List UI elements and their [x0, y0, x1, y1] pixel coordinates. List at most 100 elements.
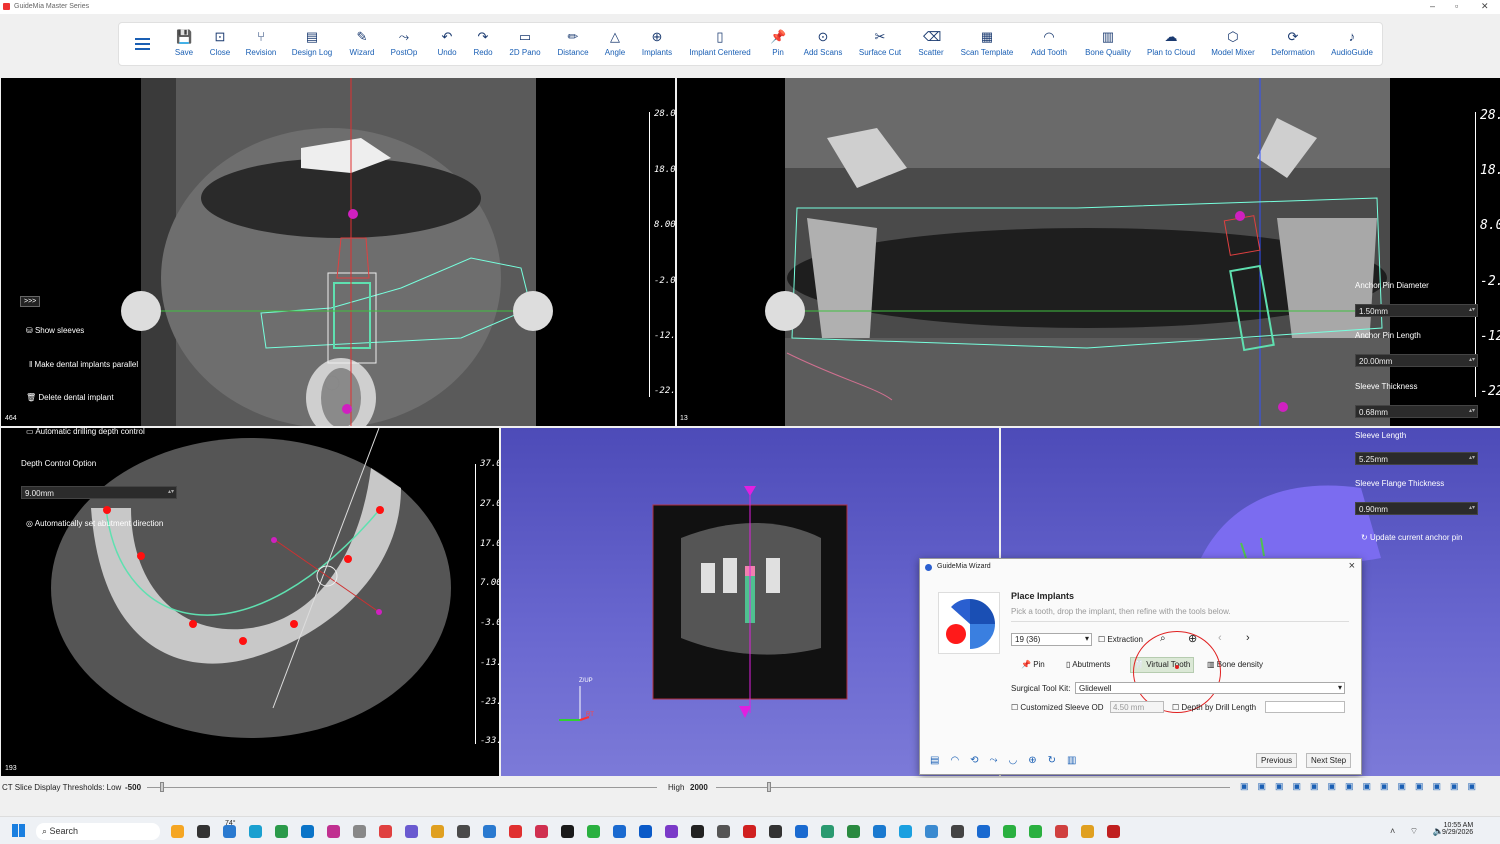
redo-button[interactable]: ↷ Redo [473, 29, 492, 57]
scatter-button[interactable]: ⌫ Scatter [918, 29, 943, 57]
taskbar-app-icon[interactable] [457, 825, 470, 838]
add-tooth-button[interactable]: ◠ Add Tooth [1031, 29, 1067, 57]
spinner-icon[interactable]: ▴▾ [1469, 306, 1475, 313]
undo-button[interactable]: ↶ Undo [437, 29, 456, 57]
revision-button[interactable]: ⑂ Revision [246, 29, 277, 57]
taskbar-app-icon[interactable] [249, 825, 262, 838]
bone-quality-button[interactable]: ▥ Bone Quality [1085, 29, 1131, 57]
implants-button[interactable]: ⊕ Implants [642, 29, 672, 57]
depth-control-input[interactable]: 9.00mm ▴▾ [21, 486, 177, 499]
wizard-tool-icons[interactable]: ▤◠⟲⤳◡⊕↻▥ [930, 755, 1087, 766]
spinner-icon[interactable]: ▴▾ [168, 488, 174, 495]
taskbar-app-icon[interactable] [301, 825, 314, 838]
postop-button[interactable]: ⤳ PostOp [391, 29, 418, 57]
taskbar-app-icon[interactable] [223, 825, 236, 838]
taskbar-app-icon[interactable] [405, 825, 418, 838]
close-button[interactable]: ⊡ Close [210, 29, 230, 57]
anchor-pin-length-input[interactable]: 20.00mm ▴▾ [1355, 354, 1478, 367]
2d-pano-button[interactable]: ▭ 2D Pano [509, 29, 540, 57]
tooth-select[interactable]: 19 (36) ▾ [1011, 633, 1092, 646]
taskbar-app-icon[interactable] [951, 825, 964, 838]
taskbar-app-icon[interactable] [743, 825, 756, 838]
taskbar-app-icon[interactable] [353, 825, 366, 838]
abutments-tab[interactable]: ▯ Abutments [1066, 660, 1110, 669]
anchor-pin-diameter-input[interactable]: 1.50mm ▴▾ [1355, 304, 1478, 317]
taskbar-app-icon[interactable] [509, 825, 522, 838]
expand-panel-button[interactable]: >>> [20, 296, 41, 307]
make-parallel-button[interactable]: ‖ Make dental implants parallel [29, 360, 138, 369]
distance-button[interactable]: ✏ Distance [557, 29, 588, 57]
taskbar-app-icon[interactable] [665, 825, 678, 838]
auto-drill-depth-toggle[interactable]: ▭ Automatic drilling depth control [26, 427, 145, 436]
extraction-checkbox[interactable]: ☐ Extraction [1098, 635, 1143, 644]
taskbar-app-icon[interactable] [1107, 825, 1120, 838]
pin-button[interactable]: 📌 Pin [770, 29, 786, 57]
spinner-icon[interactable]: ▴▾ [1469, 407, 1475, 414]
customized-sleeve-checkbox[interactable]: ☐ Customized Sleeve OD [1011, 703, 1104, 712]
sleeve-length-input[interactable]: 5.25mm ▴▾ [1355, 452, 1478, 465]
low-threshold-slider[interactable] [147, 787, 657, 788]
model-mixer-button[interactable]: ⬡ Model Mixer [1211, 29, 1255, 57]
high-slider-handle[interactable] [767, 782, 771, 792]
taskbar-app-icon[interactable] [197, 825, 210, 838]
angle-button[interactable]: △ Angle [605, 29, 625, 57]
clock[interactable]: 10:55 AM 9/29/2026 [1442, 822, 1473, 836]
taskbar-app-icon[interactable] [483, 825, 496, 838]
taskbar-app-icon[interactable] [535, 825, 548, 838]
taskbar-app-icon[interactable] [587, 825, 600, 838]
sleeve-thickness-input[interactable]: 0.68mm ▴▾ [1355, 405, 1478, 418]
panoramic-view[interactable]: 28. 18. 8.0 -2. -12 -22 13 [677, 78, 1500, 426]
taskbar-app-icon[interactable] [275, 825, 288, 838]
taskbar-app-icon[interactable] [1029, 825, 1042, 838]
low-slider-handle[interactable] [160, 782, 164, 792]
taskbar-app-icon[interactable] [769, 825, 782, 838]
wizard-close-button[interactable]: × [1349, 560, 1355, 572]
add-scans-button[interactable]: ⊙ Add Scans [804, 29, 843, 57]
taskbar-app-icon[interactable] [873, 825, 886, 838]
taskbar-app-icon[interactable] [1081, 825, 1094, 838]
delete-implant-button[interactable]: 🗑 Delete dental implant [26, 393, 114, 402]
previous-button[interactable]: Previous [1256, 753, 1298, 768]
drill-length-select[interactable] [1265, 701, 1345, 713]
maximize-button[interactable]: ▫ [1455, 1, 1458, 11]
high-threshold-slider[interactable] [716, 787, 1230, 788]
update-anchor-pin-button[interactable]: ↻ Update current anchor pin [1361, 533, 1462, 542]
auto-abutment-toggle[interactable]: ◎ Automatically set abutment direction [26, 519, 163, 528]
taskbar-app-icon[interactable] [1055, 825, 1068, 838]
next-step-button[interactable]: Next Step [1306, 753, 1352, 768]
wizard-button[interactable]: ✎ Wizard [350, 29, 375, 57]
sleeve-flange-input[interactable]: 0.90mm ▴▾ [1355, 502, 1478, 515]
audioguide-button[interactable]: ♪ AudioGuide [1331, 29, 1373, 57]
spinner-icon[interactable]: ▴▾ [1469, 504, 1475, 511]
chevron-right-icon[interactable]: › [1246, 632, 1250, 644]
taskbar-app-icon[interactable] [327, 825, 340, 838]
taskbar-search[interactable]: ⌕ Search [36, 823, 160, 840]
chevron-left-icon[interactable]: ‹ [1218, 632, 1222, 644]
taskbar-app-icon[interactable] [821, 825, 834, 838]
implant-centered-button[interactable]: ▯ Implant Centered [689, 29, 750, 57]
taskbar-app-icon[interactable] [1003, 825, 1016, 838]
windows-start-icon[interactable] [12, 824, 25, 837]
taskbar-app-icon[interactable] [561, 825, 574, 838]
show-sleeves-toggle[interactable]: ⛁ Show sleeves [26, 326, 84, 335]
taskbar-app-icon[interactable] [691, 825, 704, 838]
taskbar-app-icon[interactable] [925, 825, 938, 838]
minimize-button[interactable]: – [1430, 1, 1435, 11]
cross-section-view[interactable]: 28.0 18.0 8.00 -2.0 -12. -22. 464 [1, 78, 675, 426]
taskbar-app-icon[interactable] [899, 825, 912, 838]
taskbar-app-icon[interactable] [795, 825, 808, 838]
taskbar-app-icon[interactable] [613, 825, 626, 838]
close-window-button[interactable]: ✕ [1481, 1, 1489, 12]
sleeve-od-input[interactable]: 4.50 mm [1110, 701, 1164, 713]
taskbar-app-icon[interactable] [171, 825, 184, 838]
spinner-icon[interactable]: ▴▾ [1469, 356, 1475, 363]
axial-view[interactable]: 37.0 27.0 17.0 7.00 -3.0 -13. -23. -33. … [1, 428, 499, 776]
pin-tab[interactable]: 📌 Pin [1021, 660, 1045, 669]
view-layout-icons[interactable]: ▣▣▣▣▣▣▣▣▣▣▣▣▣▣ [1240, 781, 1485, 792]
design-log-button[interactable]: ▤ Design Log [292, 29, 332, 57]
plan-to-cloud-button[interactable]: ☁ Plan to Cloud [1147, 29, 1195, 57]
surgical-kit-select[interactable]: Glidewell ▾ [1075, 682, 1345, 694]
scan-template-button[interactable]: ▦ Scan Template [961, 29, 1014, 57]
taskbar-app-icon[interactable] [717, 825, 730, 838]
taskbar-app-icon[interactable] [639, 825, 652, 838]
